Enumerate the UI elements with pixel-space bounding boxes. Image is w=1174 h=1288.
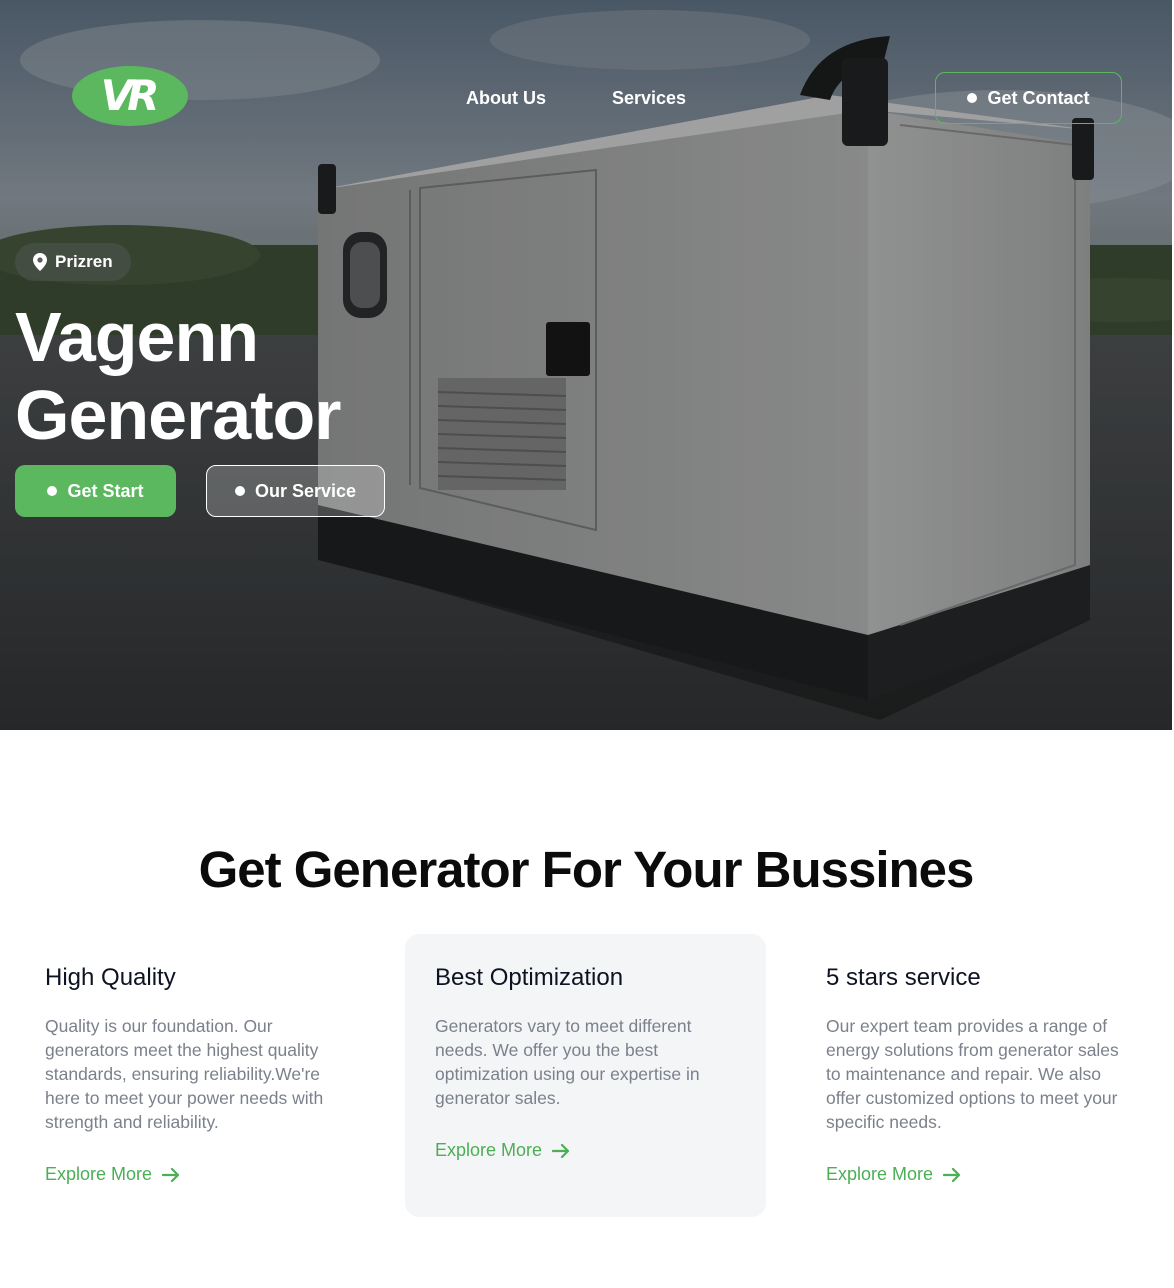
explore-more-label: Explore More (435, 1140, 543, 1160)
bullet-dot-icon (47, 486, 58, 496)
feature-card-high-quality: High Quality Quality is our foundation. … (15, 934, 376, 1217)
explore-more-link[interactable]: Explore More (435, 1140, 570, 1161)
nav-services[interactable]: Services (612, 88, 686, 109)
arrow-right-icon (162, 1167, 180, 1182)
get-contact-label: Get Contact (987, 87, 1090, 108)
hero-title-line-1: Vagenn (15, 298, 259, 376)
explore-more-link[interactable]: Explore More (45, 1164, 180, 1185)
feature-card-best-optimization: Best Optimization Generators vary to mee… (405, 934, 766, 1217)
arrow-right-icon (943, 1167, 961, 1182)
feature-card-title: High Quality (45, 964, 176, 991)
hero-title: Vagenn Generator (15, 298, 435, 454)
explore-more-label: Explore More (45, 1164, 153, 1184)
our-service-label: Our Service (254, 480, 357, 501)
location-badge: Prizren (15, 243, 131, 281)
get-contact-button[interactable]: Get Contact (935, 72, 1122, 124)
arrow-right-icon (552, 1143, 570, 1158)
get-start-button[interactable]: Get Start (15, 465, 176, 517)
explore-more-link[interactable]: Explore More (826, 1164, 961, 1185)
nav-about-us[interactable]: About Us (466, 88, 546, 109)
hero-section: VR About Us Services Get Contact Prizren… (0, 0, 1172, 730)
feature-card-description: Quality is our foundation. Our generator… (45, 1016, 324, 1132)
explore-more-label: Explore More (826, 1164, 934, 1184)
map-pin-icon (33, 253, 47, 271)
feature-card-title: Best Optimization (435, 964, 624, 991)
brand-logo-text: VR (100, 71, 160, 120)
feature-card-5-stars-service: 5 stars service Our expert team provides… (796, 934, 1157, 1217)
hero-title-line-2: Generator (15, 376, 342, 454)
our-service-button[interactable]: Our Service (206, 465, 385, 517)
feature-card-description: Our expert team provides a range of ener… (826, 1016, 1119, 1132)
bullet-dot-icon (967, 93, 978, 103)
location-label: Prizren (55, 252, 113, 271)
get-start-label: Get Start (67, 480, 144, 501)
feature-card-description: Generators vary to meet different needs.… (435, 1016, 700, 1108)
bullet-dot-icon (234, 486, 245, 496)
feature-card-title: 5 stars service (826, 964, 981, 991)
brand-logo[interactable]: VR (72, 66, 188, 126)
features-heading: Get Generator For Your Bussines (198, 841, 975, 898)
